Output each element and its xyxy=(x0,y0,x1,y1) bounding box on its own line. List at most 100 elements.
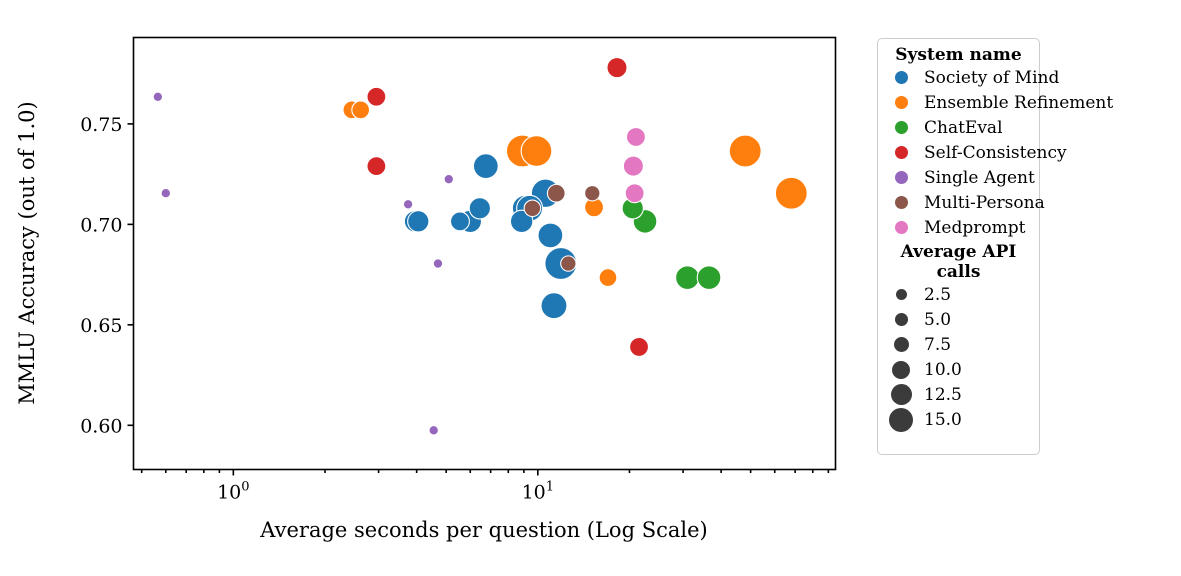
legend-entry-label: Single Agent xyxy=(924,167,1035,188)
scatter-point xyxy=(520,135,553,167)
size-legend-entry: 12.5 xyxy=(878,382,1039,407)
scatter-point xyxy=(598,268,618,288)
scatter-plot-figure: 0.60 0.65 0.70 0.75 100 101 MMLU Accuracy (o… xyxy=(0,0,1181,576)
legend-entry-label: Self-Consistency xyxy=(924,142,1067,163)
legend-swatch-cell xyxy=(878,221,924,234)
x-tick-label: 101 xyxy=(522,480,554,504)
scatter-point xyxy=(584,185,601,202)
size-legend-title: Average API calls xyxy=(900,242,1017,282)
size-legend-dot-icon xyxy=(893,337,909,352)
size-swatch-cell xyxy=(878,337,924,352)
scatter-point xyxy=(428,425,439,436)
size-swatch-cell xyxy=(878,384,924,405)
size-swatch-cell xyxy=(878,289,924,300)
legend-swatch-cell xyxy=(878,96,924,109)
size-legend-label: 10.0 xyxy=(924,359,962,380)
scatter-point xyxy=(402,199,414,210)
scatter-point xyxy=(606,57,628,79)
legend-entry[interactable]: Medprompt xyxy=(878,215,1039,240)
legend-entry[interactable]: Multi-Persona xyxy=(878,190,1045,215)
legend-color-dot-icon xyxy=(894,96,908,109)
size-legend-label: 12.5 xyxy=(924,384,962,405)
size-legend-list: 2.5 5.0 7.5 10.0 12.5 15.0 xyxy=(878,282,1039,432)
scatter-point xyxy=(560,255,577,272)
legend-swatch-cell xyxy=(878,146,924,159)
scatter-point xyxy=(366,156,387,177)
scatter-point xyxy=(432,258,444,269)
size-legend-entry: 7.5 xyxy=(878,332,1039,357)
scatter-point xyxy=(728,134,762,168)
legend-swatch-cell xyxy=(878,121,924,134)
legend-color-dot-icon xyxy=(894,171,908,184)
legend-color-dot-icon xyxy=(894,221,908,234)
y-tick-label: 0.75 xyxy=(80,114,122,136)
scatter-point xyxy=(546,183,566,203)
y-tick-label: 0.60 xyxy=(80,415,122,437)
legend-entry-label: Ensemble Refinement xyxy=(924,92,1114,113)
size-legend-entry: 15.0 xyxy=(878,407,1039,432)
size-legend-entry: 10.0 xyxy=(878,357,1039,382)
y-axis-label: MMLU Accuracy (out of 1.0) xyxy=(15,101,39,404)
scatter-point xyxy=(152,91,164,103)
scatter-point xyxy=(624,183,645,204)
size-legend-label: 5.0 xyxy=(924,309,952,330)
size-swatch-cell xyxy=(878,313,924,326)
size-legend-dot-icon xyxy=(892,360,910,379)
legend-entry-label: Multi-Persona xyxy=(924,192,1045,213)
scatter-point xyxy=(523,199,542,218)
scatter-point xyxy=(622,155,644,177)
scatter-point xyxy=(625,126,646,147)
size-legend-dot-icon xyxy=(889,407,913,432)
x-axis-ticks: 100 101 xyxy=(140,469,830,504)
legend-color-dot-icon xyxy=(894,71,908,84)
size-legend-dot-icon xyxy=(894,313,908,326)
scatter-point xyxy=(629,336,650,357)
legend-title: System name xyxy=(895,45,1022,65)
scatter-point xyxy=(472,153,499,180)
scatter-point xyxy=(540,292,568,320)
axes-frame xyxy=(132,36,837,471)
scatter-point xyxy=(351,100,371,120)
y-tick-label: 0.70 xyxy=(80,214,122,236)
scatter-point xyxy=(774,176,808,210)
size-legend-dot-icon xyxy=(890,384,912,405)
legend-color-dot-icon xyxy=(894,146,908,159)
legend-entry[interactable]: Self-Consistency xyxy=(878,140,1067,165)
legend-color-dot-icon xyxy=(894,121,908,134)
legend-entry[interactable]: Ensemble Refinement xyxy=(878,90,1113,115)
x-axis-label: Average seconds per question (Log Scale) xyxy=(259,518,707,542)
scatter-point xyxy=(407,210,430,233)
data-points xyxy=(152,57,808,436)
y-axis-ticks: 0.60 0.65 0.70 0.75 xyxy=(80,114,134,437)
size-swatch-cell xyxy=(878,360,924,379)
size-legend-label: 7.5 xyxy=(924,334,952,355)
legend-entry[interactable]: Single Agent xyxy=(878,165,1039,190)
size-swatch-cell xyxy=(878,407,924,432)
legend-swatch-cell xyxy=(878,171,924,184)
scatter-point xyxy=(675,265,700,290)
legend-entry-list: Society of Mind Ensemble Refinement ChatEv… xyxy=(878,65,1113,240)
scatter-point xyxy=(468,197,491,220)
y-tick-label: 0.65 xyxy=(80,315,122,337)
legend-entry[interactable]: ChatEval xyxy=(878,115,1039,140)
scatter-point xyxy=(696,265,722,290)
size-legend-label: 15.0 xyxy=(924,409,962,430)
size-legend-entry: 2.5 xyxy=(878,282,1039,307)
legend-entry[interactable]: Society of Mind xyxy=(878,65,1059,90)
size-legend-dot-icon xyxy=(895,289,907,300)
legend-entry-label: Society of Mind xyxy=(924,67,1060,88)
scatter-point xyxy=(537,222,564,249)
scatter-point xyxy=(366,86,387,107)
size-legend-label: 2.5 xyxy=(924,284,952,305)
legend-panel: System name Society of Mind Ensemble Refi… xyxy=(877,38,1113,455)
x-tick-label: 100 xyxy=(217,480,249,504)
legend-entry-label: Medprompt xyxy=(924,217,1026,238)
scatter-point xyxy=(443,173,455,185)
legend-entry-label: ChatEval xyxy=(924,117,1003,138)
size-legend-entry: 5.0 xyxy=(878,307,1039,332)
scatter-point xyxy=(160,187,172,199)
legend-swatch-cell xyxy=(878,196,924,209)
legend-color-dot-icon xyxy=(894,196,908,209)
legend-swatch-cell xyxy=(878,71,924,84)
scatter-point xyxy=(449,211,470,232)
